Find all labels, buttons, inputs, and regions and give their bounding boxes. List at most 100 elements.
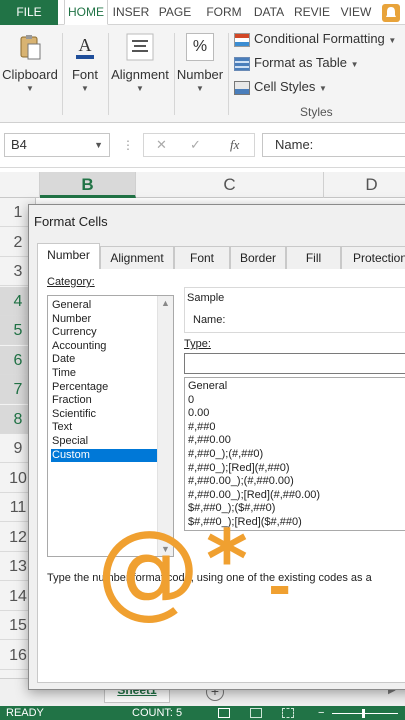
zoom-out-icon[interactable]: −	[318, 706, 324, 720]
type-code-item[interactable]: $#,##0_);[Red]($#,##0)	[188, 516, 302, 530]
conditional-formatting-icon	[234, 32, 250, 47]
dialog-tab-fill[interactable]: Fill	[286, 246, 341, 269]
category-item[interactable]: Date	[51, 353, 157, 367]
chevron-down-icon: ▼	[136, 84, 144, 93]
formula-buttons: ✕ ✓ fx	[143, 133, 255, 157]
scroll-up-icon[interactable]: ▲	[161, 298, 170, 308]
help-text: Type the number format code, using one o…	[47, 572, 372, 584]
cell-styles-label: Cell Styles	[254, 79, 316, 94]
tab-insert[interactable]: INSER	[110, 0, 152, 25]
tab-home[interactable]: HOME	[64, 0, 108, 25]
number-button[interactable]: % Number ▼	[176, 33, 224, 93]
page-break-view-icon[interactable]	[282, 708, 294, 718]
svg-text:A: A	[79, 35, 92, 55]
type-code-item[interactable]: #,##0_);(#,##0)	[188, 448, 263, 462]
status-count: COUNT: 5	[132, 707, 183, 719]
conditional-formatting-button[interactable]: Conditional Formatting ▼	[234, 28, 396, 50]
alignment-button[interactable]: Alignment ▼	[108, 33, 172, 93]
dialog-tab-font[interactable]: Font	[174, 246, 230, 269]
status-mode: READY	[6, 707, 44, 719]
tab-file[interactable]: FILE	[0, 0, 58, 25]
type-label: Type:	[184, 338, 211, 350]
zoom-slider-thumb[interactable]	[362, 709, 365, 718]
number-label: Number	[176, 67, 224, 82]
type-code-item[interactable]: 0	[188, 394, 194, 408]
category-item[interactable]: General	[51, 299, 157, 313]
tab-view[interactable]: VIEW	[338, 0, 374, 25]
clipboard-button[interactable]: Clipboard ▼	[0, 33, 60, 93]
chevron-down-icon: ▼	[81, 84, 89, 93]
type-code-item[interactable]: $#,##0_);($#,##0)	[188, 502, 275, 516]
type-code-item[interactable]: #,##0.00	[188, 434, 231, 448]
type-code-item[interactable]: General	[188, 380, 227, 394]
scroll-down-icon[interactable]: ▼	[161, 544, 170, 554]
dialog-tab-number[interactable]: Number	[37, 243, 100, 270]
group-divider	[62, 33, 63, 115]
name-box-value: B4	[11, 137, 27, 152]
category-item[interactable]: Currency	[51, 326, 157, 340]
dialog-tab-protection[interactable]: Protection	[341, 246, 405, 269]
font-color-icon: A	[76, 35, 94, 59]
type-input[interactable]	[184, 353, 405, 374]
formula-bar: B4 ▼ ⋮ ✕ ✓ fx Name:	[0, 124, 405, 168]
cell-styles-button[interactable]: Cell Styles ▼	[234, 76, 327, 98]
select-all-corner[interactable]	[0, 172, 40, 198]
type-code-item[interactable]: #,##0_);[Red](#,##0)	[188, 462, 290, 476]
category-item[interactable]: Special	[51, 435, 157, 449]
category-item[interactable]: Number	[51, 313, 157, 327]
column-header-d[interactable]: D	[324, 172, 405, 198]
chevron-down-icon: ▼	[319, 84, 327, 93]
format-as-table-label: Format as Table	[254, 55, 347, 70]
type-code-item[interactable]: #,##0.00_);[Red](#,##0.00)	[188, 489, 320, 503]
chevron-down-icon: ▼	[388, 36, 397, 45]
category-item[interactable]: Scientific	[51, 408, 157, 422]
category-item[interactable]: Fraction	[51, 394, 157, 408]
cell-styles-icon	[234, 80, 250, 95]
category-scrollbar[interactable]: ▲ ▼	[157, 296, 173, 556]
sample-box: Name:	[184, 287, 405, 333]
column-header-b[interactable]: B	[40, 172, 136, 198]
column-header-c[interactable]: C	[136, 172, 324, 198]
notification-icon[interactable]	[382, 4, 400, 22]
column-headers: B C D	[0, 172, 405, 198]
name-box[interactable]: B4 ▼	[4, 133, 110, 157]
font-button[interactable]: A Font ▼	[64, 33, 106, 93]
format-cells-dialog: Format Cells Number Alignment Font Borde…	[28, 204, 405, 690]
normal-view-icon[interactable]	[218, 708, 230, 718]
category-list[interactable]: ▲ ▼ General Number Currency Accounting Date T…	[47, 295, 174, 557]
tab-review[interactable]: REVIE	[292, 0, 332, 25]
insert-function-icon[interactable]: fx	[230, 134, 239, 156]
zoom-slider[interactable]	[332, 713, 398, 714]
styles-group-label: Styles	[300, 105, 333, 119]
clipboard-icon	[20, 35, 41, 60]
type-code-list[interactable]: General 0 0.00 #,##0 #,##0.00 #,##0_);(#,##0)…	[184, 377, 405, 531]
type-code-item[interactable]: 0.00	[188, 407, 209, 421]
category-item[interactable]: Text	[51, 421, 157, 435]
more-icon[interactable]: ⋮	[122, 138, 134, 152]
tab-formulas[interactable]: FORM	[202, 0, 246, 25]
dialog-tab-alignment[interactable]: Alignment	[100, 246, 174, 269]
category-item[interactable]: Custom	[51, 448, 157, 463]
ribbon-tab-bar: FILE HOME INSER PAGE FORM DATA REVIE VIE…	[0, 0, 405, 25]
type-code-item[interactable]: #,##0	[188, 421, 216, 435]
dialog-title: Format Cells	[34, 214, 108, 229]
group-divider	[228, 33, 229, 115]
category-item[interactable]: Accounting	[51, 340, 157, 354]
type-code-item[interactable]: #,##0.00_);(#,##0.00)	[188, 475, 294, 489]
category-item[interactable]: Percentage	[51, 381, 157, 395]
tab-page-layout[interactable]: PAGE	[154, 0, 196, 25]
ribbon-home: Clipboard ▼ A Font ▼ Alignment ▼ % Numbe…	[0, 25, 405, 123]
formula-input[interactable]: Name:	[262, 133, 405, 157]
clipboard-label: Clipboard	[2, 67, 58, 82]
dialog-tab-border[interactable]: Border	[230, 246, 286, 269]
chevron-down-icon[interactable]: ▼	[94, 134, 103, 156]
format-as-table-button[interactable]: Format as Table ▼	[234, 52, 359, 74]
cancel-icon[interactable]: ✕	[156, 134, 167, 156]
group-divider	[174, 33, 175, 115]
page-layout-view-icon[interactable]	[250, 708, 262, 718]
category-item[interactable]: Time	[51, 367, 157, 381]
chevron-down-icon: ▼	[196, 84, 204, 93]
chevron-down-icon: ▼	[350, 60, 359, 69]
tab-data[interactable]: DATA	[250, 0, 288, 25]
enter-icon[interactable]: ✓	[190, 134, 201, 156]
